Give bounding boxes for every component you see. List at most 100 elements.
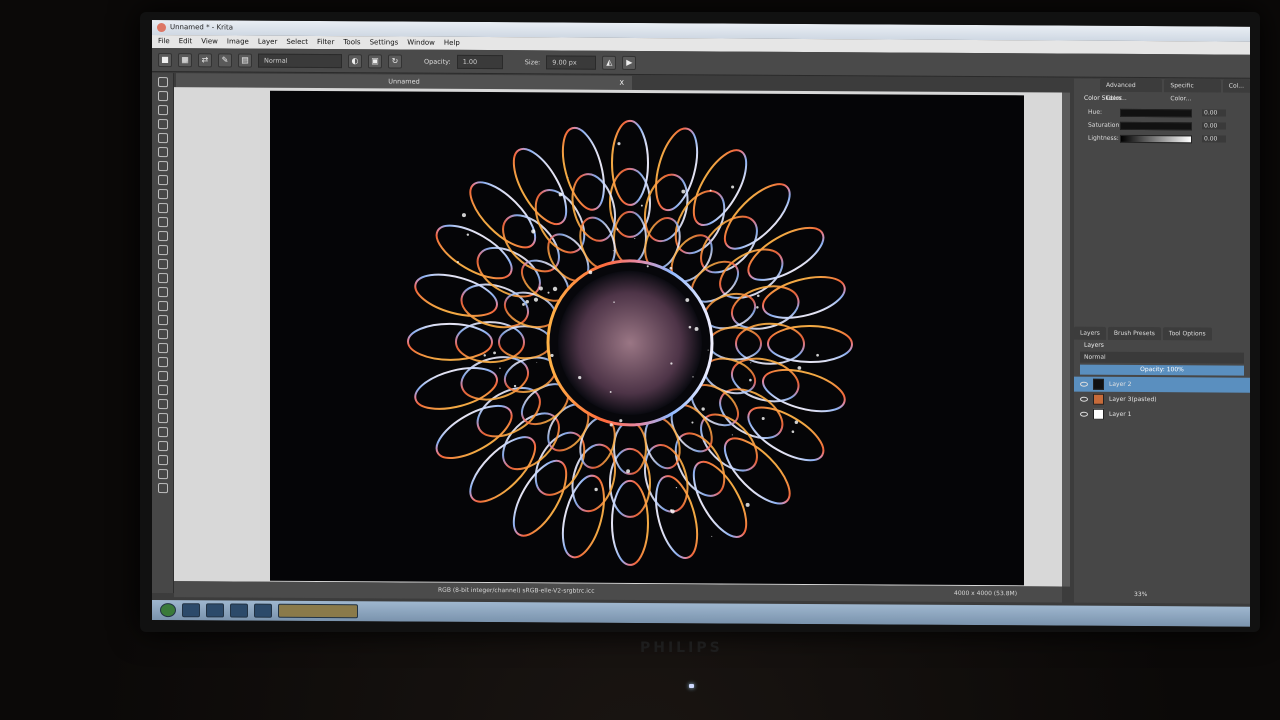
calligraphy-tool-icon[interactable] [158,119,168,129]
layers-dock-tabs: Layers Brush Presets Tool Options [1074,327,1250,341]
similar-select-tool-icon[interactable] [158,441,168,451]
ellipse-select-tool-icon[interactable] [158,385,168,395]
canvas-area[interactable] [174,87,1062,586]
tab-color-more[interactable]: Col... [1223,80,1250,93]
tab-specific-color[interactable]: Specific Color... [1164,79,1220,92]
menu-view[interactable]: View [201,35,218,48]
layers-title: Layers [1074,340,1250,353]
brush-tool-icon[interactable] [158,133,168,143]
measure-tool-icon[interactable] [158,357,168,367]
layer-row[interactable]: Layer 1 [1074,407,1250,423]
layer-opacity-slider[interactable]: Opacity: 100% [1080,365,1244,376]
blend-mode-select[interactable]: Normal [258,53,342,68]
saturation-slider-row[interactable]: Saturation: 0.00 [1074,119,1250,133]
layer-blend-mode-select[interactable]: Normal [1080,352,1244,364]
saturation-value[interactable]: 0.00 [1202,122,1226,129]
menu-filter[interactable]: Filter [317,36,334,49]
photoshop-taskbar-icon[interactable] [182,603,200,617]
swap-colors-icon[interactable]: ⇄ [198,53,212,67]
visibility-eye-icon[interactable] [1080,382,1088,387]
mandala-petal [741,397,832,471]
mirror-horizontal-icon[interactable]: ◭ [602,55,616,69]
lightness-slider-row[interactable]: Lightness: 0.00 [1074,132,1250,146]
menu-image[interactable]: Image [227,35,249,48]
transform-tool-icon[interactable] [158,287,168,297]
menu-layer[interactable]: Layer [258,36,278,49]
polyline-tool-icon[interactable] [158,203,168,213]
tab-advanced-color[interactable]: Advanced Color... [1100,79,1162,92]
brush-preset-icon[interactable]: ✎ [218,53,232,67]
bezier-select-tool-icon[interactable] [158,455,168,465]
ellipse-tool-icon[interactable] [158,175,168,185]
opacity-field[interactable]: 1.00 [457,54,503,68]
rect-select-tool-icon[interactable] [158,371,168,381]
pattern-icon[interactable]: ▦ [178,53,192,67]
text-tool-icon[interactable] [158,91,168,101]
layer-thumbnail [1093,379,1104,390]
layer-row[interactable]: Layer 3(pasted) [1074,392,1250,408]
lightness-bar[interactable] [1120,134,1192,142]
size-field[interactable]: 9.00 px [546,55,596,69]
contiguous-select-tool-icon[interactable] [158,427,168,437]
krita-app-icon [157,23,166,32]
crop-tool-icon[interactable] [158,259,168,269]
move-tool-icon[interactable] [158,273,168,283]
fg-bg-color-swatch[interactable]: ■ [158,53,172,67]
window-title: Unnamed * - Krita [170,23,233,31]
eraser-icon[interactable]: ◐ [348,54,362,68]
sparkle [701,407,704,410]
saturation-bar[interactable] [1120,121,1192,129]
hue-value[interactable]: 0.00 [1202,109,1226,116]
visibility-eye-icon[interactable] [1080,397,1088,402]
zoom-tool-icon[interactable] [158,469,168,479]
freehand-path-tool-icon[interactable] [158,231,168,241]
search-taskbar-icon[interactable] [206,603,224,617]
app-taskbar-icon[interactable] [230,603,248,617]
reload-icon[interactable]: ↻ [388,54,402,68]
tab-layers[interactable]: Layers [1074,327,1106,340]
menu-select[interactable]: Select [286,36,308,49]
menu-tools[interactable]: Tools [343,36,360,49]
close-tab-icon[interactable]: X [620,76,624,90]
hue-slider-row[interactable]: Hue: 0.00 [1074,106,1250,120]
select-shapes-tool-icon[interactable] [158,77,168,87]
polygon-select-tool-icon[interactable] [158,399,168,409]
start-button-icon[interactable] [160,603,176,617]
tab-brush-presets[interactable]: Brush Presets [1108,327,1161,340]
alpha-lock-icon[interactable]: ▣ [368,54,382,68]
sparkle [539,287,543,291]
document-canvas[interactable] [270,91,1024,586]
line-tool-icon[interactable] [158,147,168,157]
layer-row[interactable]: Layer 2 [1074,377,1250,393]
freehand-select-tool-icon[interactable] [158,413,168,423]
bezier-tool-icon[interactable] [158,217,168,227]
fill-tool-icon[interactable] [158,315,168,325]
krita-taskbar-item[interactable] [278,604,358,618]
menu-edit[interactable]: Edit [179,35,193,48]
menu-window[interactable]: Window [407,37,435,50]
polygon-tool-icon[interactable] [158,189,168,199]
gradient-tool-icon[interactable] [158,301,168,311]
edit-shapes-tool-icon[interactable] [158,105,168,115]
sparkle [695,327,699,331]
menu-file[interactable]: File [158,35,170,48]
mirror-vertical-icon[interactable]: ▶ [622,55,636,69]
assistant-tool-icon[interactable] [158,343,168,353]
pan-tool-icon[interactable] [158,483,168,493]
tab-tool-options[interactable]: Tool Options [1163,327,1212,340]
grid-icon[interactable]: ▤ [238,53,252,67]
rectangle-tool-icon[interactable] [158,161,168,171]
explorer-taskbar-icon[interactable] [254,604,272,618]
menu-settings[interactable]: Settings [370,36,399,49]
menu-help[interactable]: Help [444,37,460,50]
canvas-vertical-scrollbar[interactable] [1062,93,1070,587]
color-picker-tool-icon[interactable] [158,329,168,339]
lightness-value[interactable]: 0.00 [1202,135,1226,142]
sparkle [692,376,693,377]
sparkle [626,469,630,473]
visibility-eye-icon[interactable] [1080,412,1088,417]
zoom-indicator[interactable]: 33% [1074,587,1250,604]
dynamic-brush-tool-icon[interactable] [158,245,168,255]
hue-bar[interactable] [1120,108,1192,116]
layer-thumbnail [1093,394,1104,405]
